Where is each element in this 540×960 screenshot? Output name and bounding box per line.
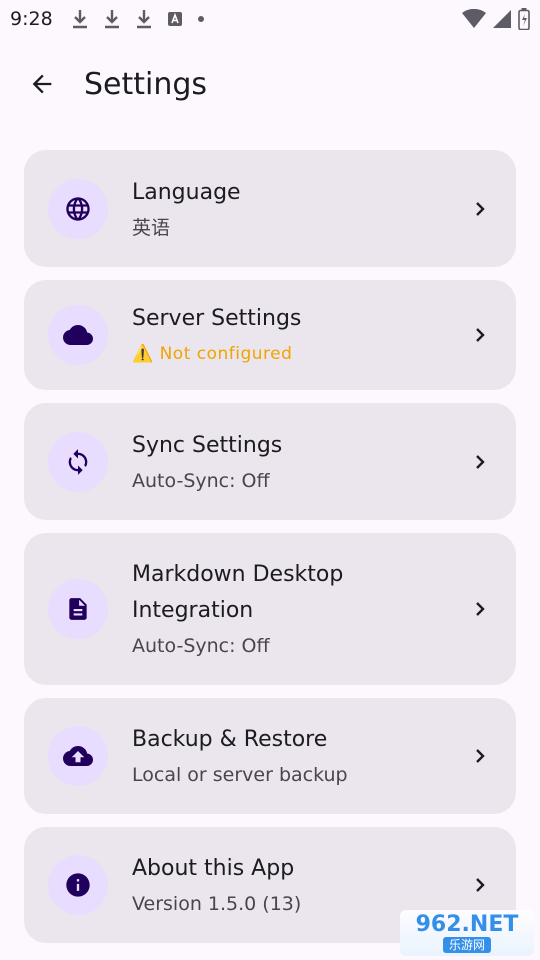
cloud-upload-icon <box>63 746 93 766</box>
item-title: Backup & Restore <box>132 727 328 752</box>
card-text: Backup & Restore Local or server backup <box>132 722 468 790</box>
card-text: About this App Version 1.5.0 (13) <box>132 851 468 919</box>
settings-item-server[interactable]: Server Settings ⚠️ Not configured <box>24 280 516 390</box>
card-text: Server Settings ⚠️ Not configured <box>132 301 468 369</box>
watermark-top-text: 962.NET <box>415 912 519 937</box>
chevron-right-icon <box>468 744 492 768</box>
item-title: Server Settings <box>132 306 302 331</box>
settings-item-language[interactable]: Language 英语 <box>24 150 516 267</box>
wifi-icon <box>462 9 486 28</box>
download-icon <box>72 10 87 29</box>
page-title: Settings <box>84 66 208 102</box>
top-app-bar: Settings <box>0 52 540 116</box>
info-icon <box>66 873 90 897</box>
item-subtitle: Auto-Sync: Off <box>132 469 270 492</box>
settings-item-backup-restore[interactable]: Backup & Restore Local or server backup <box>24 698 516 814</box>
card-text: Language 英语 <box>132 175 468 243</box>
item-title: Markdown Desktop Integration <box>132 562 344 623</box>
watermark-logo: 962.NET 乐游网 <box>400 910 534 956</box>
chevron-right-icon <box>468 597 492 621</box>
document-icon <box>69 598 87 620</box>
a-box-icon <box>167 12 182 26</box>
download-icon <box>136 10 151 29</box>
chevron-right-icon <box>468 450 492 474</box>
item-subtitle: 英语 <box>132 216 171 239</box>
icon-container <box>48 726 108 786</box>
battery-icon <box>518 8 530 30</box>
cloud-icon <box>63 325 93 345</box>
item-title: Sync Settings <box>132 432 283 458</box>
globe-icon <box>66 196 90 221</box>
card-text: Sync Settings Auto-Sync: Off <box>132 428 468 496</box>
chevron-right-icon <box>468 873 492 897</box>
icon-container <box>48 305 108 365</box>
chevron-right-icon <box>468 197 492 221</box>
signal-icon <box>493 10 511 28</box>
icon-container <box>48 431 108 492</box>
item-subtitle-warning: ⚠️ Not configured <box>132 344 293 364</box>
chevron-right-icon <box>468 323 492 347</box>
item-title: About this App <box>132 856 295 881</box>
icon-container <box>48 855 108 915</box>
item-subtitle: Local or server backup <box>132 764 348 786</box>
status-time: 9:28 <box>10 8 53 30</box>
settings-item-sync[interactable]: Sync Settings Auto-Sync: Off <box>24 403 516 520</box>
item-subtitle: Auto-Sync: Off <box>132 635 270 657</box>
arrow-back-icon <box>32 74 52 94</box>
item-title: Language <box>132 179 241 205</box>
status-bar: 9:28 <box>0 0 540 38</box>
icon-container <box>48 178 108 239</box>
settings-list: Language 英语 Server Settings ⚠️ Not confi… <box>24 150 516 956</box>
settings-item-markdown-desktop[interactable]: Markdown Desktop Integration Auto-Sync: … <box>24 533 516 685</box>
sync-icon <box>68 448 88 475</box>
system-icons <box>462 8 530 30</box>
dot-icon <box>197 16 204 22</box>
card-text: Markdown Desktop Integration Auto-Sync: … <box>132 557 468 661</box>
watermark-bottom-text: 乐游网 <box>442 937 491 953</box>
icon-container <box>48 579 108 639</box>
download-icon <box>104 10 119 29</box>
notification-icons <box>71 9 205 29</box>
back-button[interactable] <box>22 64 62 104</box>
